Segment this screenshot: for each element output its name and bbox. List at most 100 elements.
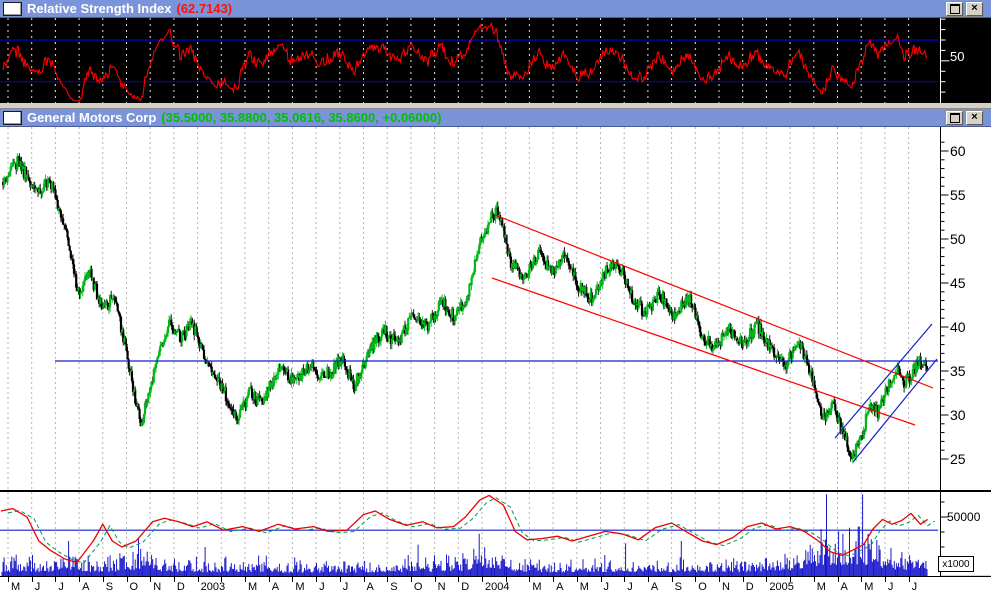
chart-icon (3, 110, 22, 125)
month-label: J (887, 581, 894, 593)
month-tick (8, 577, 9, 582)
month-tick (102, 577, 104, 582)
gm-title: General Motors Corp (27, 110, 157, 125)
chart-icon (3, 1, 22, 16)
window-buttons: × (946, 110, 988, 125)
price-axis-tick-label: 55 (950, 187, 966, 203)
month-label: J (342, 581, 349, 593)
close-button[interactable]: × (966, 110, 983, 125)
month-label: S (390, 581, 398, 593)
maximize-icon (949, 112, 960, 123)
month-label: N (722, 581, 730, 593)
month-label: A (840, 581, 848, 593)
month-tick (316, 577, 318, 582)
month-tick (695, 577, 697, 582)
month-label: N (437, 581, 446, 593)
price-background (0, 127, 991, 490)
gm-titlebar[interactable]: General Motors Corp (35.5000, 35.8800, 3… (0, 109, 991, 127)
month-tick (813, 577, 815, 582)
month-tick (363, 577, 365, 582)
month-label: A (366, 581, 374, 593)
month-tick (884, 577, 886, 582)
month-label: M (532, 581, 542, 593)
month-tick (529, 577, 531, 582)
month-tick (624, 577, 626, 582)
gm-ohlc-value: (35.5000, 35.8800, 35.0616, 35.8600, +0.… (161, 110, 442, 125)
month-label: A (556, 581, 564, 593)
month-label: M (816, 581, 826, 593)
maximize-button[interactable] (946, 110, 963, 125)
month-label: D (461, 581, 470, 593)
month-label: O (698, 581, 707, 593)
month-label: J (319, 581, 325, 593)
month-label: J (58, 581, 64, 593)
month-tick (292, 577, 294, 582)
month-tick (576, 577, 578, 582)
price-axis-tick-label: 25 (950, 451, 966, 467)
month-tick (837, 577, 839, 582)
price-axis-tick-label: 45 (950, 275, 966, 291)
month-label: A (82, 581, 90, 593)
year-label: 2005 (769, 581, 794, 593)
month-tick (410, 577, 412, 582)
month-tick (79, 577, 81, 582)
month-tick (245, 577, 246, 582)
month-tick (387, 577, 389, 582)
month-tick (719, 577, 720, 582)
volume-multiplier-label: x1000 (938, 556, 974, 572)
month-label: M (11, 581, 21, 593)
volume-axis-tick-label: 50000 (947, 510, 981, 524)
year-label: 2004 (485, 581, 510, 593)
maximize-icon (949, 3, 960, 14)
month-tick (55, 577, 57, 582)
rsi-titlebar[interactable]: Relative Strength Index (62.7143) × (0, 0, 991, 18)
month-tick (150, 577, 152, 582)
price-axis-tick-label: 30 (950, 407, 966, 423)
month-tick (647, 577, 649, 582)
close-button[interactable]: × (966, 1, 983, 16)
month-tick (861, 577, 863, 582)
month-tick (268, 577, 270, 582)
rsi-axis-tick-label: 50 (950, 49, 965, 64)
month-label: O (413, 581, 423, 593)
month-tick (458, 577, 460, 582)
month-tick (31, 577, 33, 582)
month-label: M (295, 581, 305, 593)
rsi-chart[interactable] (0, 18, 991, 103)
date-axis: M J J A S O N D 2003 M A M J J A S O N D 2004 M A M J J A S O N D 2005… (0, 576, 991, 599)
month-label: N (153, 581, 162, 593)
price-axis-tick-label: 35 (950, 363, 966, 379)
month-tick (908, 577, 910, 582)
month-tick (742, 577, 744, 582)
month-label: J (603, 581, 610, 593)
month-label: J (34, 581, 41, 593)
month-tick (126, 577, 128, 582)
month-tick (339, 577, 341, 582)
window-buttons: × (946, 1, 988, 16)
month-tick (553, 577, 555, 582)
month-label: M (248, 581, 258, 593)
month-tick (482, 577, 483, 582)
month-label: S (105, 581, 114, 593)
close-icon: × (971, 111, 978, 123)
month-tick (600, 577, 602, 582)
rsi-value: (62.7143) (176, 1, 233, 16)
price-axis-tick-label: 50 (950, 231, 966, 247)
month-tick (173, 577, 175, 582)
month-label: A (271, 581, 280, 593)
close-icon: × (971, 2, 978, 14)
maximize-button[interactable] (946, 1, 963, 16)
year-label: 2003 (200, 581, 226, 593)
volume-chart[interactable] (0, 492, 991, 576)
month-tick (197, 577, 199, 582)
month-label: J (911, 581, 918, 593)
month-label: M (864, 581, 874, 593)
month-label: A (650, 581, 659, 593)
month-tick (671, 577, 673, 582)
month-tick (766, 577, 768, 582)
month-label: O (129, 581, 139, 593)
month-label: D (176, 581, 185, 593)
month-label: D (745, 581, 754, 593)
price-chart[interactable]: 60 55 50 45 40 35 30 25 (0, 127, 991, 490)
price-axis-tick-label: 60 (950, 143, 966, 159)
